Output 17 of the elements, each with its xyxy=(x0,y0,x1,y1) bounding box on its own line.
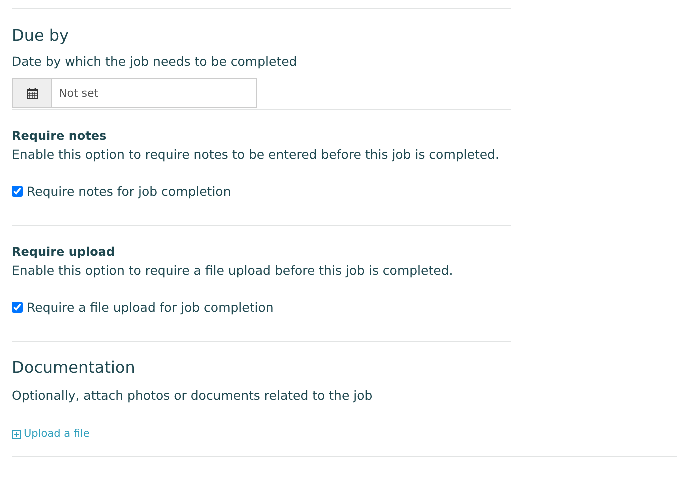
section-description: Enable this option to require a file upload before this job is completed. xyxy=(12,263,454,279)
date-field[interactable]: Not set xyxy=(51,78,257,108)
section-description: Optionally, attach photos or documents related to the job xyxy=(12,388,374,404)
section-title: Due by xyxy=(12,26,70,46)
plus-square-icon xyxy=(12,430,21,438)
checkbox-label: Require a file upload for job completion xyxy=(27,300,274,315)
section-title: Documentation xyxy=(12,358,136,378)
calendar-addon[interactable] xyxy=(12,78,51,108)
checkbox[interactable] xyxy=(12,302,23,313)
upload-link[interactable]: Upload a file xyxy=(12,428,90,440)
section-description: Date by which the job needs to be completed xyxy=(12,54,298,70)
checkbox-label: Require notes for job completion xyxy=(27,184,232,199)
section-title: Require notes xyxy=(12,128,108,144)
section-description: Enable this option to require notes to be entered before this job is completed. xyxy=(12,147,500,163)
checkbox[interactable] xyxy=(12,186,23,197)
section-title: Require upload xyxy=(12,244,116,260)
calendar-icon xyxy=(26,88,38,98)
